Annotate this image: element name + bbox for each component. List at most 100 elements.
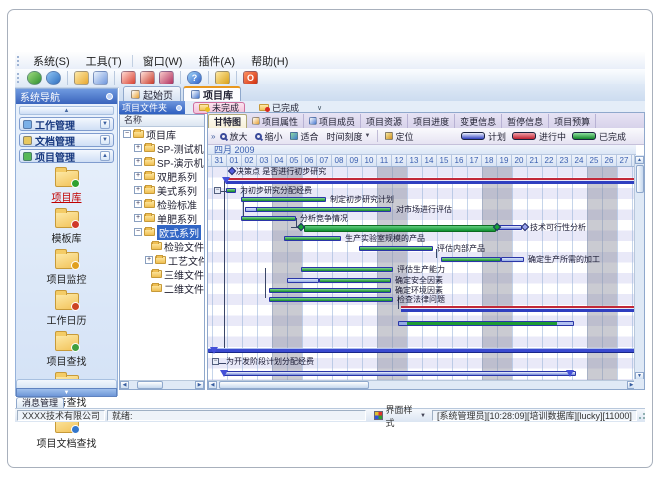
gantt-bar[interactable] <box>226 188 236 193</box>
tree-node-工艺文件[interactable]: +工艺文件 <box>120 253 204 267</box>
expand-box-icon[interactable]: + <box>134 214 142 222</box>
menu-item[interactable]: 工具(T) <box>78 52 130 70</box>
milestone-triangle-icon[interactable] <box>220 370 228 377</box>
sidebar-item-模板库[interactable]: 模板库 <box>52 211 82 245</box>
zoom-in-button[interactable]: 放大 <box>217 130 250 143</box>
globe-icon[interactable] <box>46 71 61 85</box>
chevron-up-icon[interactable]: ▲ <box>100 151 110 161</box>
scroll-up-icon[interactable]: ▲ <box>635 156 644 164</box>
tree-node-检验标准[interactable]: +检验标准 <box>120 197 204 211</box>
fit-button[interactable]: 适合 <box>287 130 321 143</box>
tree-node-SP-测试机系[interactable]: +SP-测试机系 <box>120 141 204 155</box>
gantt-hscrollbar[interactable]: ◀ ▶ <box>208 380 636 389</box>
gantt-tab-甘特图[interactable]: 甘特图 <box>208 114 247 128</box>
task-collapse-box-icon[interactable]: − <box>214 187 221 194</box>
more-filters-chevron-icon[interactable]: ∨ <box>317 104 322 112</box>
tree-node-欧式系列[interactable]: −欧式系列 <box>120 225 204 239</box>
gantt-bar[interactable] <box>304 225 496 232</box>
menu-item[interactable]: 帮助(H) <box>243 52 296 70</box>
chevron-down-icon[interactable]: ▼ <box>100 119 110 129</box>
gantt-tab-项目成员[interactable]: 项目成员 <box>304 114 361 128</box>
tree-node-三维文件[interactable]: 三维文件 <box>120 267 204 281</box>
gantt-bar[interactable] <box>301 267 393 272</box>
toolbar-overflow-chevron-icon[interactable]: » <box>211 132 215 141</box>
resize-grip[interactable] <box>637 411 645 420</box>
gantt-tab-变更信息[interactable]: 变更信息 <box>455 114 502 128</box>
expand-box-icon[interactable]: + <box>134 172 142 180</box>
gantt-hscroll-thumb[interactable] <box>219 381 369 389</box>
project-folder-icon[interactable] <box>74 71 89 85</box>
task-collapse-box-icon[interactable]: − <box>212 358 219 365</box>
gantt-bar[interactable] <box>269 297 393 302</box>
toolbar-grip-handle[interactable] <box>17 73 20 83</box>
sidebar-section-项目管理[interactable]: 项目管理▲ <box>19 149 114 163</box>
tab-项目库[interactable]: 项目库 <box>183 86 241 101</box>
sidebar-collapse-strip[interactable]: ▲ <box>19 106 114 115</box>
gantt-vscroll-thumb[interactable] <box>636 165 644 193</box>
message-management-tab[interactable]: 消息管理 <box>16 397 64 408</box>
gantt-bar[interactable] <box>223 371 576 376</box>
gantt-bar[interactable] <box>245 207 257 212</box>
scroll-left-icon[interactable]: ◀ <box>120 381 129 389</box>
gantt-bar[interactable] <box>287 278 319 283</box>
gantt-bar[interactable] <box>208 348 635 353</box>
gantt-tab-项目进度[interactable]: 项目进度 <box>408 114 455 128</box>
gantt-bar[interactable] <box>441 257 501 262</box>
menu-grip-handle[interactable] <box>17 56 20 66</box>
milestone-diamond-icon[interactable] <box>228 167 236 175</box>
tree-hscroll-thumb[interactable] <box>137 381 163 389</box>
project-folder-header[interactable]: 项目文件夹 <box>119 101 185 114</box>
expand-box-icon[interactable]: + <box>134 144 142 152</box>
scroll-left-icon[interactable]: ◀ <box>208 381 217 389</box>
gantt-bar[interactable] <box>269 288 391 293</box>
scroll-right-icon[interactable]: ▶ <box>195 381 204 389</box>
time-scale-dropdown[interactable]: 时间刻度▼ <box>324 130 374 143</box>
tree-node-SP-演示机系[interactable]: +SP-演示机系 <box>120 155 204 169</box>
tab-起始页[interactable]: 起始页 <box>123 86 181 101</box>
milestone-diamond-icon[interactable] <box>521 223 529 231</box>
menu-item[interactable]: 系统(S) <box>25 52 78 70</box>
tree-node-二维文件[interactable]: 二维文件 <box>120 281 204 295</box>
tree-node-单肥系列[interactable]: +单肥系列 <box>120 211 204 225</box>
expand-box-icon[interactable]: + <box>134 158 142 166</box>
help-icon[interactable]: ? <box>187 71 202 85</box>
gantt-tab-项目预算[interactable]: 项目预算 <box>549 114 596 128</box>
sidebar-item-项目监控[interactable]: 项目监控 <box>47 252 87 286</box>
lock-icon[interactable] <box>215 71 230 85</box>
mail-icon[interactable] <box>121 71 136 85</box>
tree-hscrollbar[interactable]: ◀ ▶ <box>120 380 204 389</box>
pin-icon[interactable] <box>176 105 182 111</box>
gantt-bar[interactable] <box>241 216 296 221</box>
gantt-tab-项目属性[interactable]: 项目属性 <box>247 114 304 128</box>
collapse-box-icon[interactable]: − <box>134 228 142 236</box>
collapse-box-icon[interactable]: − <box>123 130 131 138</box>
window-switch-icon[interactable] <box>93 71 108 85</box>
schedule-icon[interactable] <box>140 71 155 85</box>
locate-button[interactable]: 定位 <box>382 130 416 143</box>
milestone-triangle-icon[interactable] <box>222 177 230 184</box>
gantt-bar[interactable] <box>319 278 391 283</box>
menu-item[interactable]: 窗口(W) <box>135 52 191 70</box>
tree-node-检验文件[interactable]: 检验文件 <box>120 239 204 253</box>
pin-icon[interactable] <box>106 93 113 100</box>
gantt-bar[interactable] <box>284 236 341 241</box>
menu-item[interactable]: 插件(A) <box>190 52 243 70</box>
tree-node-双肥系列[interactable]: +双肥系列 <box>120 169 204 183</box>
sidebar-item-项目查找[interactable]: 项目查找 <box>47 334 87 368</box>
gantt-tab-暂停信息[interactable]: 暂停信息 <box>502 114 549 128</box>
gantt-bar[interactable] <box>398 321 574 326</box>
gantt-bar[interactable] <box>359 246 433 251</box>
milestone-triangle-icon[interactable] <box>210 347 218 354</box>
gantt-bar[interactable] <box>401 306 635 312</box>
sidebar-section-文档管理[interactable]: 文档管理▼ <box>19 133 114 147</box>
report-icon[interactable] <box>159 71 174 85</box>
gantt-bar[interactable] <box>226 178 635 184</box>
expand-box-icon[interactable]: + <box>134 200 142 208</box>
gantt-tab-项目资源[interactable]: 项目资源 <box>361 114 408 128</box>
tree-node-美式系列[interactable]: +美式系列 <box>120 183 204 197</box>
exit-icon[interactable]: O <box>243 71 258 85</box>
zoom-out-button[interactable]: 缩小 <box>252 130 285 143</box>
gantt-bar[interactable] <box>241 197 326 202</box>
tree-node-项目库[interactable]: −项目库 <box>120 127 204 141</box>
gantt-bar[interactable] <box>245 207 391 212</box>
